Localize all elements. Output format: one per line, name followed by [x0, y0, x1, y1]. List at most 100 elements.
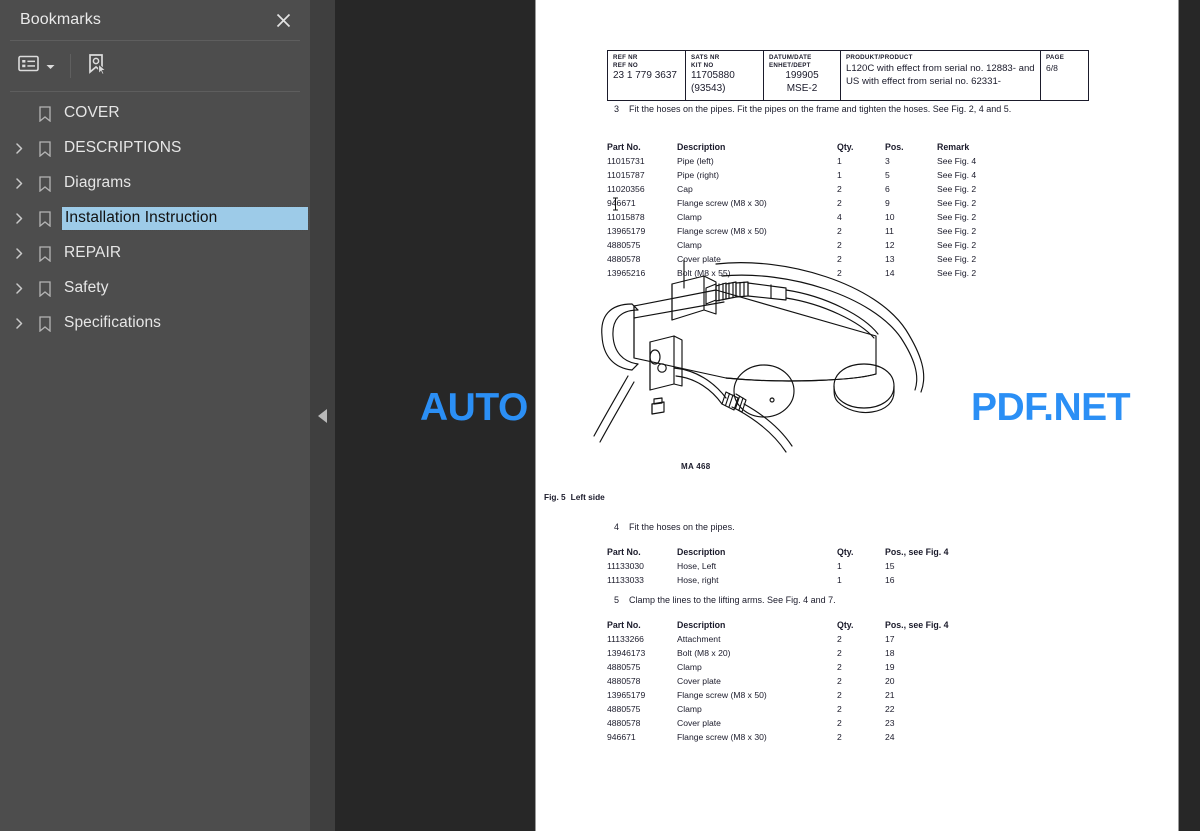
panel-splitter[interactable]: [310, 0, 335, 831]
cell-pos: 22: [885, 703, 895, 714]
table-row: 13965179 Flange screw (M8 x 50) 2 11 See Fig…: [607, 225, 1017, 239]
cell-description: Pipe (left): [677, 156, 714, 167]
figure-caption: Fig. 5 Left side: [544, 492, 605, 502]
header-value-page: 6/8: [1046, 62, 1058, 73]
sidebar-item-label: COVER: [64, 104, 120, 121]
cell-pos: 16: [885, 575, 895, 586]
cell-part-no: 11015787: [607, 170, 645, 181]
th-remark: Remark: [937, 142, 970, 152]
sidebar-item-label: Installation Instruction: [61, 206, 309, 231]
cell-part-no: 4880575: [607, 239, 641, 250]
table-row: 4880575 Clamp 2 12 See Fig. 2: [607, 239, 1017, 253]
cell-part-no: 11133030: [607, 561, 644, 572]
technical-illustration: MA 468: [576, 258, 996, 488]
cell-description: Clamp: [677, 703, 702, 714]
table-row: 946671 Flange screw (M8 x 30) 2 24: [607, 731, 949, 745]
table-row: 946671 Flange screw (M8 x 30) 2 9 See Fig. 2: [607, 197, 1017, 211]
cell-pos: 20: [885, 676, 895, 687]
sidebar-item-specifications[interactable]: Specifications: [0, 306, 310, 341]
cell-part-no: 11020356: [607, 184, 645, 195]
th-part-no: Part No.: [607, 142, 641, 152]
chevron-right-icon[interactable]: [6, 306, 32, 341]
header-cell-kit: SATS NR KIT NO 11705880 (93543): [686, 51, 764, 100]
th-pos-fig4: Pos., see Fig. 4: [885, 620, 949, 630]
table-row: 11020356 Cap 2 6 See Fig. 2: [607, 183, 1017, 197]
table-row: 11015787 Pipe (right) 1 5 See Fig. 4: [607, 169, 1017, 183]
cell-qty: 2: [837, 703, 842, 714]
watermark-left-part: AUTO: [420, 386, 528, 429]
table-row: 11133030 Hose, Left 1 15: [607, 560, 949, 574]
chevron-right-icon[interactable]: [6, 166, 32, 201]
th-pos: Pos.: [885, 142, 904, 152]
parts-table-step5: Part No. Description Qty. Pos., see Fig.…: [607, 618, 949, 745]
collapse-left-triangle-icon[interactable]: [310, 0, 335, 831]
cell-pos: 17: [885, 634, 895, 645]
cell-pos: 11: [885, 225, 894, 236]
pdf-viewer-area[interactable]: REF NR REF NO 23 1 779 3637 SATS NR KIT …: [335, 0, 1200, 831]
chevron-right-icon[interactable]: [6, 201, 32, 236]
parts-table-step4-body: 11133030 Hose, Left 1 15 11133033 Hose, right…: [607, 560, 949, 588]
cell-pos: 9: [885, 198, 890, 209]
sidebar-item-safety[interactable]: Safety: [0, 271, 310, 306]
header-caption-page: PAGE: [1046, 54, 1065, 61]
cell-part-no: 13965179: [607, 225, 646, 236]
header-cell-ref: REF NR REF NO 23 1 779 3637: [608, 51, 686, 100]
cell-description: Flange screw (M8 x 30): [677, 731, 767, 742]
th-description: Description: [677, 547, 726, 557]
triangle-glyph: [318, 408, 327, 423]
bookmark-icon: [32, 210, 58, 227]
cell-part-no: 11133266: [607, 634, 644, 645]
header-caption-ref-no: REF NO: [613, 61, 638, 69]
table-row: 4880578 Cover plate 2 20: [607, 675, 949, 689]
cell-remark: See Fig. 2: [937, 184, 977, 195]
cell-remark: See Fig. 2: [937, 198, 977, 209]
cell-qty: 2: [837, 648, 842, 659]
bookmark-options-button[interactable]: [14, 49, 59, 83]
parts-table-step5-body: 11133266 Attachment 2 17 13946173 Bolt (M8 x …: [607, 633, 949, 744]
header-cell-date: DATUM/DATE ENHET/DEPT 199905 MSE-2: [764, 51, 841, 100]
cell-description: Flange screw (M8 x 50): [677, 225, 767, 236]
select-bookmark-button[interactable]: [82, 49, 112, 83]
sidebar-item-installation-instruction[interactable]: Installation Instruction: [0, 201, 310, 236]
table-row: 11015878 Clamp 4 10 See Fig. 2: [607, 211, 1017, 225]
cell-description: Cap: [677, 184, 693, 195]
sidebar-item-descriptions[interactable]: DESCRIPTIONS: [0, 131, 310, 166]
cell-pos: 15: [885, 561, 895, 572]
chevron-right-icon[interactable]: [6, 131, 32, 166]
chevron-right-icon[interactable]: [6, 236, 32, 271]
cell-description: Cover plate: [677, 676, 721, 687]
close-icon[interactable]: [270, 7, 296, 33]
cell-remark: See Fig. 2: [937, 225, 977, 236]
parts-table-step4: Part No. Description Qty. Pos., see Fig.…: [607, 545, 949, 588]
header-value-kit-alt: (93543): [691, 83, 726, 95]
sidebar-item-diagrams[interactable]: Diagrams: [0, 166, 310, 201]
cell-qty: 1: [837, 561, 842, 572]
cell-part-no: 13946173: [607, 648, 646, 659]
cell-part-no: 4880578: [607, 717, 641, 728]
cell-pos: 24: [885, 731, 895, 742]
cell-part-no: 946671: [607, 731, 636, 742]
cell-description: Flange screw (M8 x 30): [677, 198, 767, 209]
table-row: 13946173 Bolt (M8 x 20) 2 18: [607, 647, 949, 661]
header-caption-kit-no: KIT NO: [691, 61, 714, 69]
cell-qty: 1: [837, 575, 842, 586]
table-header-row: Part No. Description Qty. Pos., see Fig.…: [607, 545, 949, 560]
chevron-right-icon[interactable]: [6, 271, 32, 306]
step-5-number: 5: [613, 595, 619, 605]
header-caption-product: PRODUKT/PRODUCT: [846, 54, 913, 61]
sidebar-item-repair[interactable]: REPAIR: [0, 236, 310, 271]
pdf-page[interactable]: REF NR REF NO 23 1 779 3637 SATS NR KIT …: [535, 0, 1179, 831]
step-3: 3 Fit the hoses on the pipes. Fit the pi…: [607, 103, 1037, 116]
header-cell-page: PAGE 6/8: [1041, 51, 1088, 100]
sidebar-item-cover[interactable]: COVER: [0, 96, 310, 131]
th-description: Description: [677, 142, 726, 152]
cell-part-no: 11015731: [607, 156, 645, 167]
sidebar-item-label: DESCRIPTIONS: [64, 139, 182, 156]
cell-description: Bolt (M8 x 20): [677, 648, 731, 659]
cell-pos: 10: [885, 211, 895, 222]
bookmarks-toolbar: [0, 41, 310, 91]
cell-qty: 4: [837, 211, 842, 222]
sidebar-item-label: Safety: [64, 279, 109, 296]
toolbar-divider: [10, 91, 300, 92]
th-pos-fig4: Pos., see Fig. 4: [885, 547, 949, 557]
